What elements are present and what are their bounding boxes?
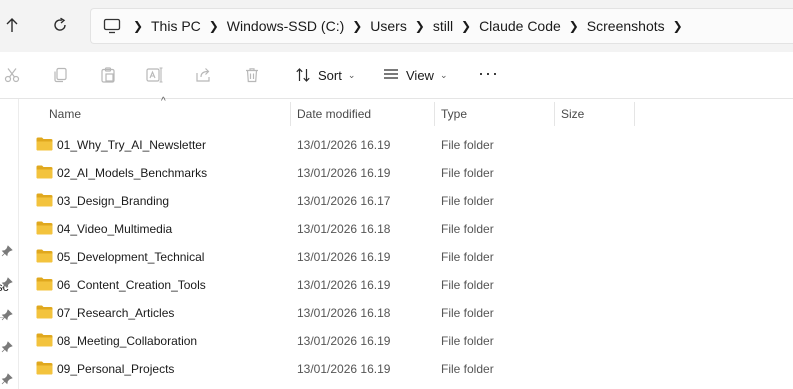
sort-ascending-icon: ^ (161, 96, 166, 107)
column-separator[interactable] (290, 102, 291, 126)
breadcrumb-this-pc[interactable]: This PC (151, 18, 201, 34)
folder-icon (36, 221, 53, 235)
date-modified: 13/01/2026 16.18 (297, 222, 391, 236)
pin-icon[interactable] (1, 309, 13, 321)
pin-icon[interactable] (1, 245, 13, 257)
chevron-right-icon[interactable]: ❯ (344, 19, 370, 33)
file-type: File folder (441, 306, 494, 320)
folder-icon (36, 305, 53, 319)
column-header-type[interactable]: Type (441, 102, 467, 126)
chevron-right-icon[interactable]: ❯ (407, 19, 433, 33)
file-type: File folder (441, 278, 494, 292)
this-pc-icon[interactable] (103, 18, 121, 34)
breadcrumb-screenshots[interactable]: Screenshots (587, 18, 665, 34)
file-type: File folder (441, 250, 494, 264)
date-modified: 13/01/2026 16.19 (297, 166, 391, 180)
file-name[interactable]: 09_Personal_Projects (57, 362, 174, 376)
chevron-right-icon[interactable]: ❯ (125, 19, 151, 33)
date-modified: 13/01/2026 16.18 (297, 306, 391, 320)
up-arrow-icon[interactable] (1, 14, 23, 36)
table-row[interactable]: 07_Research_Articles 13/01/2026 16.18 File… (19, 299, 793, 327)
delete-icon[interactable] (243, 66, 261, 84)
file-name[interactable]: 04_Video_Multimedia (57, 222, 172, 236)
file-type: File folder (441, 138, 494, 152)
file-type: File folder (441, 334, 494, 348)
sort-icon (295, 67, 311, 83)
folder-icon (36, 165, 53, 179)
column-header-size[interactable]: Size (561, 102, 584, 126)
navigation-pane: ersc (0, 99, 18, 389)
date-modified: 13/01/2026 16.17 (297, 194, 391, 208)
file-type: File folder (441, 194, 494, 208)
pin-icon[interactable] (1, 373, 13, 385)
file-list: 01_Why_Try_AI_Newsletter 13/01/2026 16.19… (19, 131, 793, 383)
file-type: File folder (441, 166, 494, 180)
copy-icon[interactable] (51, 66, 69, 84)
address-row: ❯ This PC ❯ Windows-SSD (C:) ❯ Users ❯ s… (0, 0, 793, 52)
file-name[interactable]: 02_AI_Models_Benchmarks (57, 166, 207, 180)
view-button[interactable]: View ⌄ (383, 64, 448, 86)
file-name[interactable]: 05_Development_Technical (57, 250, 204, 264)
table-row[interactable]: 06_Content_Creation_Tools 13/01/2026 16.1… (19, 271, 793, 299)
chevron-down-icon: ⌄ (347, 69, 356, 80)
date-modified: 13/01/2026 16.19 (297, 362, 391, 376)
chevron-right-icon[interactable]: ❯ (665, 19, 691, 33)
folder-icon (36, 193, 53, 207)
column-header-date-modified[interactable]: Date modified (297, 102, 371, 126)
column-separator[interactable] (434, 102, 435, 126)
file-type: File folder (441, 362, 494, 376)
column-header-name[interactable]: Name (49, 102, 81, 126)
chevron-down-icon: ⌄ (439, 69, 448, 80)
pin-icon[interactable] (1, 341, 13, 353)
file-name[interactable]: 01_Why_Try_AI_Newsletter (57, 138, 206, 152)
address-bar[interactable]: ❯ This PC ❯ Windows-SSD (C:) ❯ Users ❯ s… (90, 8, 793, 44)
column-separator[interactable] (554, 102, 555, 126)
sort-label: Sort (318, 67, 342, 83)
date-modified: 13/01/2026 16.19 (297, 250, 391, 264)
breadcrumb-claude-code[interactable]: Claude Code (479, 18, 561, 34)
table-row[interactable]: 08_Meeting_Collaboration 13/01/2026 16.19… (19, 327, 793, 355)
sort-button[interactable]: Sort ⌄ (295, 64, 355, 86)
more-icon[interactable]: ··· (478, 62, 499, 84)
paste-icon[interactable] (99, 66, 117, 84)
chevron-right-icon[interactable]: ❯ (453, 19, 479, 33)
file-name[interactable]: 06_Content_Creation_Tools (57, 278, 206, 292)
view-label: View (406, 67, 434, 83)
folder-icon (36, 333, 53, 347)
command-bar: Sort ⌄ View ⌄ ··· (0, 52, 793, 98)
file-type: File folder (441, 222, 494, 236)
folder-icon (36, 277, 53, 291)
breadcrumb-drive[interactable]: Windows-SSD (C:) (227, 18, 344, 34)
view-icon (383, 68, 399, 82)
table-row[interactable]: 02_AI_Models_Benchmarks 13/01/2026 16.19 F… (19, 159, 793, 187)
refresh-icon[interactable] (49, 14, 71, 36)
table-row[interactable]: 09_Personal_Projects 13/01/2026 16.19 File… (19, 355, 793, 383)
chevron-right-icon[interactable]: ❯ (201, 19, 227, 33)
date-modified: 13/01/2026 16.19 (297, 278, 391, 292)
breadcrumb: ❯ This PC ❯ Windows-SSD (C:) ❯ Users ❯ s… (121, 18, 691, 34)
chevron-right-icon[interactable]: ❯ (561, 19, 587, 33)
folder-icon (36, 361, 53, 375)
breadcrumb-still[interactable]: still (433, 18, 453, 34)
rename-icon[interactable] (146, 66, 164, 84)
file-name[interactable]: 07_Research_Articles (57, 306, 174, 320)
table-row[interactable]: 05_Development_Technical 13/01/2026 16.19… (19, 243, 793, 271)
date-modified: 13/01/2026 16.19 (297, 138, 391, 152)
date-modified: 13/01/2026 16.19 (297, 334, 391, 348)
table-row[interactable]: 03_Design_Branding 13/01/2026 16.17 File f… (19, 187, 793, 215)
folder-icon (36, 137, 53, 151)
file-name[interactable]: 08_Meeting_Collaboration (57, 334, 197, 348)
file-name[interactable]: 03_Design_Branding (57, 194, 169, 208)
pin-icon[interactable] (1, 277, 13, 289)
toolbar-divider (0, 98, 793, 99)
table-row[interactable]: 04_Video_Multimedia 13/01/2026 16.18 File … (19, 215, 793, 243)
folder-icon (36, 249, 53, 263)
column-separator[interactable] (634, 102, 635, 126)
breadcrumb-users[interactable]: Users (370, 18, 407, 34)
table-row[interactable]: 01_Why_Try_AI_Newsletter 13/01/2026 16.19… (19, 131, 793, 159)
share-icon[interactable] (195, 66, 213, 84)
cut-icon[interactable] (3, 66, 21, 84)
